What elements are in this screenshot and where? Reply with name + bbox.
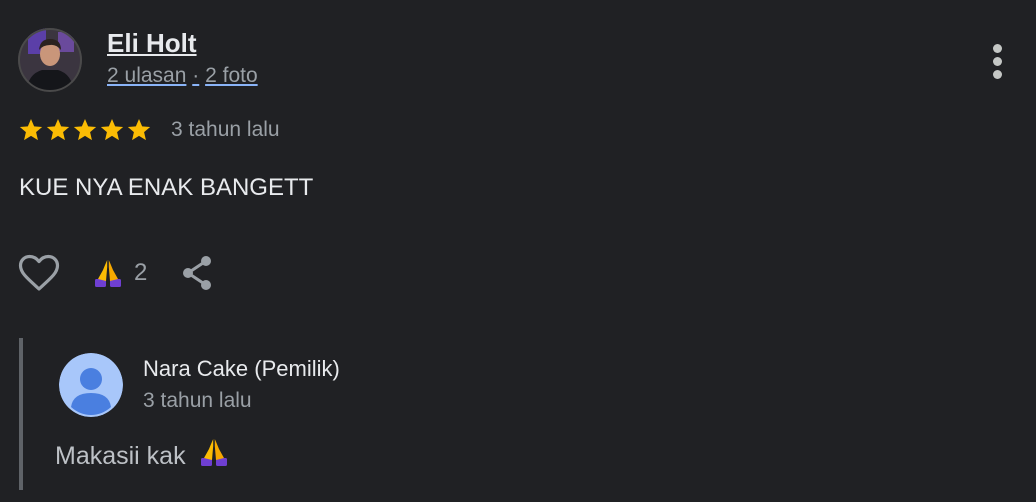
default-profile-icon — [59, 353, 123, 417]
reviewer-name[interactable]: Eli Holt — [107, 27, 197, 59]
heart-outline-icon — [18, 254, 60, 291]
star-icon — [127, 118, 151, 141]
review-time: 3 tahun lalu — [171, 118, 280, 141]
reaction-count: 2 — [134, 259, 148, 286]
folded-hands-emoji — [95, 260, 121, 287]
owner-avatar — [59, 353, 123, 417]
star-icon — [73, 118, 97, 141]
owner-response: Nara Cake (Pemilik) 3 tahun lalu Makasii… — [19, 338, 923, 490]
star-icon — [100, 118, 124, 141]
reviewer-review-count-link[interactable]: 2 ulasan — [107, 64, 186, 87]
more-options-button[interactable] — [984, 40, 1012, 82]
share-button[interactable] — [180, 254, 214, 292]
star-icon — [46, 118, 70, 141]
review-text: KUE NYA ENAK BANGETT — [19, 174, 314, 201]
more-vertical-icon-dot — [993, 70, 1002, 79]
review-card: Eli Holt 2 ulasan · 2 foto 3 tahun lalu … — [0, 0, 1036, 502]
reviewer-photo — [18, 28, 82, 92]
like-button[interactable] — [18, 254, 60, 292]
share-icon — [183, 256, 211, 290]
reviewer-meta: 2 ulasan · 2 foto — [107, 61, 258, 91]
star-rating — [18, 116, 153, 144]
reviewer-avatar[interactable] — [18, 28, 82, 92]
meta-separator: · — [192, 64, 200, 87]
owner-response-text: Makasii kak — [55, 442, 186, 470]
folded-hands-emoji — [198, 436, 230, 476]
owner-response-text-row: Makasii kak — [55, 436, 230, 476]
owner-response-time: 3 tahun lalu — [143, 389, 252, 412]
reviewer-photo-count-link[interactable]: 2 foto — [205, 64, 258, 87]
more-vertical-icon — [993, 44, 1002, 53]
owner-name: Nara Cake (Pemilik) — [143, 356, 340, 381]
more-vertical-icon-dot — [993, 57, 1002, 66]
star-icon — [19, 118, 43, 141]
reaction-button[interactable]: 2 — [92, 256, 147, 290]
